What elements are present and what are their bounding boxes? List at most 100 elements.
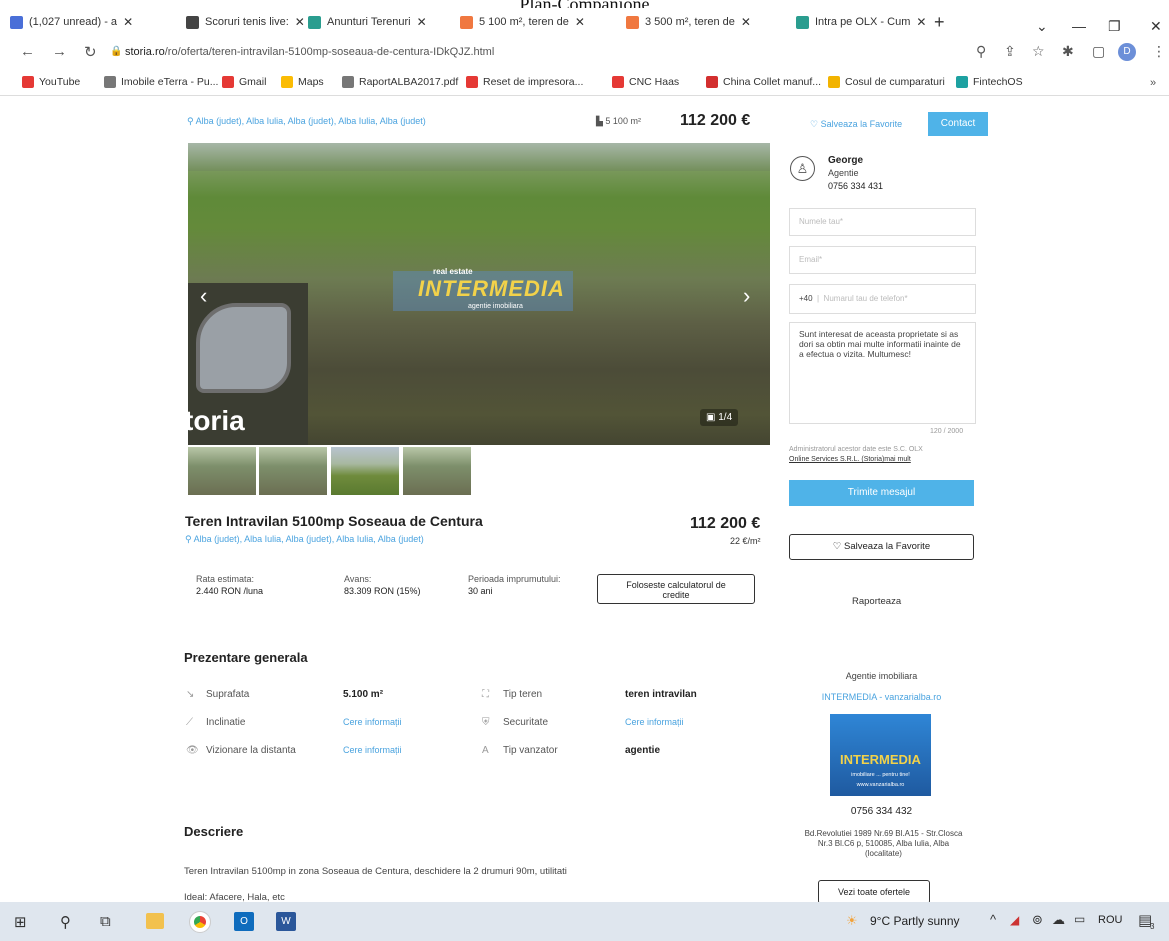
tab-close-icon[interactable]: ✕ [417,15,427,29]
admin-link[interactable]: Online Services S.R.L. (Storia)mai mult [789,456,911,463]
network-icon[interactable]: ▭ [1074,912,1085,926]
outlook-icon[interactable]: O [234,912,254,931]
credit-calculator-button[interactable]: Foloseste calculatorul de credite [597,574,755,604]
rata-label: Rata estimata: [196,574,255,584]
tab-close-icon[interactable]: ✕ [916,15,926,29]
phone-prefix: +40 [799,294,813,303]
bookmark-item[interactable]: Imobile eTerra - Pu... [104,76,218,88]
restore-icon[interactable]: ❐ [1108,18,1121,35]
bookmark-item[interactable]: FintechOS [956,76,1023,88]
photo-brand-bottom: agentie imobiliara [468,303,523,310]
extensions-icon[interactable]: ✱ [1062,43,1074,60]
tab-close-icon[interactable]: ✕ [741,15,751,29]
bookmark-label: FintechOS [973,76,1023,88]
bookmark-item[interactable]: Maps [281,76,324,88]
sidepanel-icon[interactable]: ▢ [1092,43,1105,60]
tab-search-icon[interactable]: ⌄ [1036,18,1048,35]
bookmark-label: China Collet manuf... [723,76,822,88]
close-window-icon[interactable]: ✕ [1150,18,1162,35]
tab-close-icon[interactable]: ✕ [575,15,585,29]
gallery-next-icon[interactable]: › [743,283,750,309]
tray-chevron-icon[interactable]: ^ [990,912,996,927]
header-price: 112 200 € [680,112,751,129]
weather-text[interactable]: 9°C Partly sunny [870,914,960,928]
onedrive-icon[interactable]: ☁ [1052,912,1065,928]
forward-icon[interactable]: → [52,43,67,60]
tray-app-icon[interactable]: ◢ [1010,913,1019,927]
gallery-thumb-4[interactable] [403,447,471,495]
browser-tab[interactable]: Scoruri tenis live: ✕ [186,10,305,34]
overview-value[interactable]: Cere informații [343,717,402,727]
chrome-icon[interactable] [189,911,211,933]
browser-tab[interactable]: (1,027 unread) - a ✕ [10,10,133,34]
bookmark-item[interactable]: RaportALBA2017.pdf [342,76,458,88]
new-tab-button[interactable]: + [934,12,945,33]
bookmark-label: Maps [298,76,324,88]
bookmark-item[interactable]: YouTube [22,76,80,88]
browser-tab[interactable]: Anunturi Terenuri ✕ [308,10,427,34]
report-link[interactable]: Raporteaza [852,596,901,607]
overview-value[interactable]: Cere informații [343,745,402,755]
bookmark-item[interactable]: Cosul de cumparaturi [828,76,945,88]
email-field[interactable]: Email* [789,246,976,274]
agency-name[interactable]: INTERMEDIA - vanzarialba.ro [789,692,974,702]
all-offers-button[interactable]: Vezi toate ofertele [818,880,930,904]
menu-icon[interactable]: ⋮ [1152,43,1166,60]
gallery-thumb-1[interactable] [188,447,256,495]
tray-sync-icon[interactable]: ⊚ [1032,912,1043,928]
share-icon[interactable]: ⇪ [1004,43,1016,60]
bookmark-label: Reset de impresora... [483,76,584,88]
agency-logo-url: www.vanzarialba.ro [856,782,905,788]
task-view-icon[interactable]: ⧉ [100,913,111,930]
tab-close-icon[interactable]: ✕ [295,15,305,29]
bookmark-favicon-icon [222,76,234,88]
bookmark-favicon-icon [104,76,116,88]
zoom-icon[interactable]: ⚲ [976,43,986,60]
overview-value-2[interactable]: Cere informații [625,717,684,727]
name-field[interactable]: Numele tau* [789,208,976,236]
header-save-favorite[interactable]: ♡ Salveaza la Favorite [810,119,902,130]
phone-field[interactable]: +40 | Numarul tau de telefon* [789,284,976,314]
message-field[interactable]: Sunt interesat de aceasta proprietate si… [789,322,976,424]
send-message-button[interactable]: Trimite mesajul [789,480,974,506]
rata-value: 2.440 RON /luna [196,586,264,596]
notifications-count: 3 [1150,922,1155,931]
overview-row-icon-2: ⛨ [482,717,490,728]
back-icon[interactable]: ← [20,43,35,60]
profile-avatar[interactable]: D [1118,43,1136,61]
word-icon[interactable]: W [276,912,296,931]
bookmark-item[interactable]: Gmail [222,76,266,88]
overview-row-icon: 👁 [186,745,199,756]
save-favorite-button[interactable]: ♡ Salveaza la Favorite [789,534,974,560]
browser-tab[interactable]: Intra pe OLX - Cum ✕ [796,10,926,34]
url-field[interactable]: storia.ro/ro/oferta/teren-intravilan-510… [125,46,494,58]
minimize-icon[interactable]: — [1072,18,1086,34]
file-explorer-icon[interactable] [146,913,164,929]
bookmark-item[interactable]: CNC Haas [612,76,679,88]
agent-type: Agentie [828,168,859,178]
bookmark-star-icon[interactable]: ☆ [1032,43,1045,60]
browser-tab[interactable]: 5 100 m², teren de ✕ [460,10,585,34]
bookmark-item[interactable]: China Collet manuf... [706,76,821,88]
gallery-thumb-2[interactable] [259,447,327,495]
bookmark-label: Gmail [239,76,267,88]
windows-start-icon[interactable]: ⊞ [14,913,27,931]
browser-tab[interactable]: 3 500 m², teren de ✕ [626,10,751,34]
bookmark-label: Imobile eTerra - Pu... [121,76,219,88]
tab-close-icon[interactable]: ✕ [123,15,133,29]
bookmark-item[interactable]: Reset de impresora... [466,76,583,88]
tab-favicon-icon [626,15,639,29]
gallery-main-photo[interactable]: real estate INTERMEDIA agentie imobiliar… [188,143,770,445]
reload-icon[interactable]: ↻ [84,43,97,61]
phone-placeholder: Numarul tau de telefon* [823,294,908,303]
overview-label: Vizionare la distanta [206,745,296,756]
agency-logo[interactable]: INTERMEDIA imobiliare ... pentru tine! w… [830,714,931,796]
more-bookmarks-icon[interactable]: » [1150,77,1156,89]
gallery-thumb-3[interactable] [331,447,399,495]
gallery-prev-icon[interactable]: ‹ [200,283,207,309]
search-icon[interactable]: ⚲ [60,913,71,931]
tab-favicon-icon [10,15,23,29]
url-domain: storia.ro [125,46,165,58]
language-indicator[interactable]: ROU [1098,914,1122,926]
contact-button[interactable]: Contact [928,112,988,136]
